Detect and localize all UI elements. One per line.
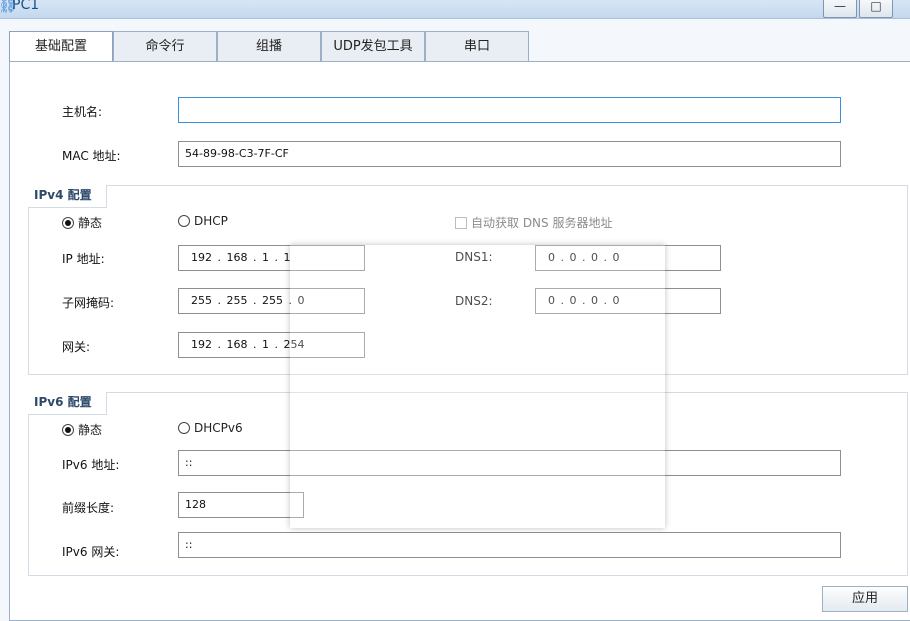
title-bar: ⛓ PC1 — □	[0, 0, 910, 19]
ipv4-static-radio[interactable]: 静态	[62, 214, 102, 231]
checkbox-icon	[455, 216, 467, 229]
radio-unselected-icon	[178, 422, 190, 434]
radio-unselected-icon	[178, 215, 190, 227]
ipv6-gateway-label: IPv6 网关:	[62, 545, 120, 559]
minimize-button[interactable]: —	[823, 0, 857, 18]
auto-dns-checkbox[interactable]: 自动获取 DNS 服务器地址	[455, 214, 612, 231]
ipv6-address-label: IPv6 地址:	[62, 458, 120, 472]
tab-command-line[interactable]: 命令行	[113, 31, 217, 62]
prefix-length-input[interactable]: 128	[178, 492, 304, 518]
hostname-input[interactable]	[178, 97, 841, 123]
floating-panel	[290, 245, 665, 528]
radio-selected-icon	[62, 216, 74, 229]
ipv6-dhcp-label: DHCPv6	[194, 421, 243, 435]
radio-selected-icon	[62, 423, 74, 436]
maximize-button[interactable]: □	[859, 0, 893, 18]
ipv4-dhcp-label: DHCP	[194, 214, 228, 228]
gateway-label: 网关:	[62, 340, 91, 354]
mac-address-field: 54-89-98-C3-7F-CF	[178, 141, 841, 167]
window-title: PC1	[12, 0, 40, 13]
ipv6-static-label: 静态	[78, 423, 103, 437]
subnet-mask-label: 子网掩码:	[62, 296, 115, 310]
apply-button[interactable]: 应用	[822, 586, 908, 612]
ipv4-dhcp-radio[interactable]: DHCP	[178, 214, 228, 228]
tab-udp-tool[interactable]: UDP发包工具	[321, 31, 425, 62]
ipv6-gateway-input[interactable]: ::	[178, 532, 841, 558]
hostname-label: 主机名:	[62, 105, 103, 119]
tab-basic-config[interactable]: 基础配置	[9, 31, 113, 64]
prefix-length-label: 前缀长度:	[62, 501, 115, 515]
ipv6-dhcp-radio[interactable]: DHCPv6	[178, 421, 243, 435]
tab-serial[interactable]: 串口	[425, 31, 529, 62]
ipv4-static-label: 静态	[78, 216, 103, 230]
mac-label: MAC 地址:	[62, 149, 121, 163]
ipv4-section-title: IPv4 配置	[28, 185, 107, 208]
ipv6-section-title: IPv6 配置	[28, 392, 107, 415]
ipv6-static-radio[interactable]: 静态	[62, 421, 102, 438]
auto-dns-label: 自动获取 DNS 服务器地址	[471, 216, 613, 230]
tab-multicast[interactable]: 组播	[217, 31, 321, 62]
ip-address-label: IP 地址:	[62, 252, 105, 266]
